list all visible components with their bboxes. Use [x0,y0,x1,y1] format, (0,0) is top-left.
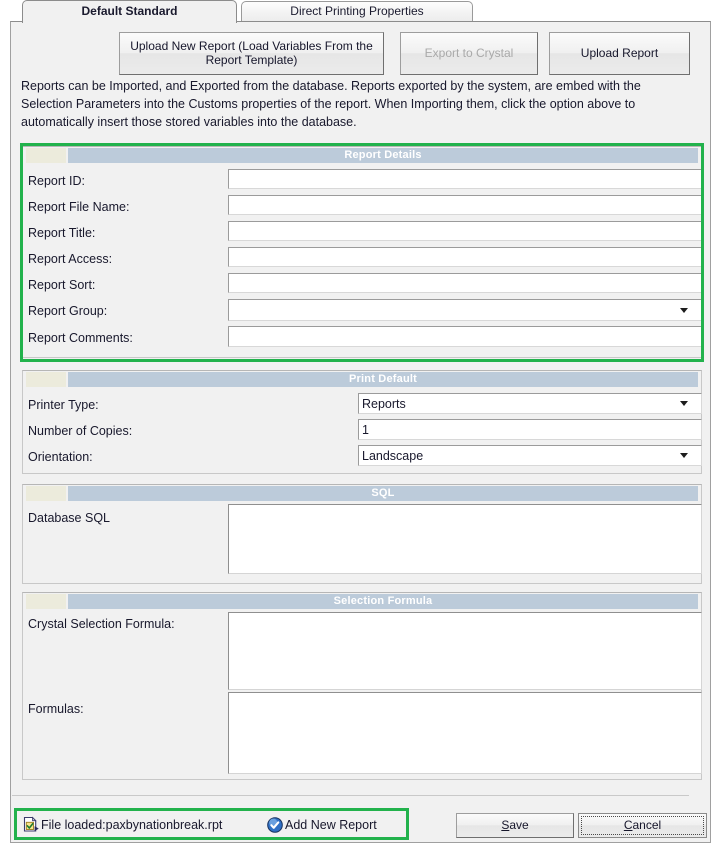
cancel-button[interactable]: Cancel [578,813,707,838]
report-access-input[interactable] [228,247,702,267]
number-of-copies-input[interactable] [358,419,702,440]
database-sql-textarea[interactable] [228,504,702,574]
label-crystal-selection-formula: Crystal Selection Formula: [28,617,175,631]
report-title-input[interactable] [228,221,702,241]
save-button[interactable]: Save [456,813,574,838]
cancel-button-label: Cancel [624,817,662,833]
label-orientation: Orientation: [28,450,93,464]
group-stub [26,148,66,163]
group-header-report-details: Report Details [23,147,701,163]
report-file-name-input[interactable] [228,195,702,215]
group-stub [26,372,66,387]
label-report-id: Report ID: [28,174,85,188]
label-database-sql: Database SQL [28,511,110,525]
upload-new-report-button[interactable]: Upload New Report (Load Variables From t… [119,32,384,75]
formulas-textarea[interactable] [228,692,702,774]
tab-strip: Default Standard Direct Printing Propert… [10,0,713,23]
description-text: Reports can be Imported, and Exported fr… [21,79,641,129]
label-report-title: Report Title: [28,226,96,240]
export-to-crystal-button[interactable]: Export to Crystal [400,32,538,75]
label-number-of-copies: Number of Copies: [28,424,133,438]
status-file-loaded-text: File loaded:paxbynationbreak.rpt [41,818,223,832]
label-printer-type: Printer Type: [28,398,99,412]
save-button-label: Save [501,817,529,833]
status-file-loaded[interactable]: File loaded:paxbynationbreak.rpt [22,816,222,834]
label-report-comments: Report Comments: [28,331,133,345]
status-add-new-report-text: Add New Report [285,818,377,832]
group-title-sql: SQL [68,486,698,501]
label-report-sort: Report Sort: [28,278,96,292]
group-header-selection-formula: Selection Formula [23,593,701,609]
tab-default-standard[interactable]: Default Standard [22,0,237,23]
orientation-combo[interactable] [358,445,702,466]
label-report-access: Report Access: [28,252,113,266]
status-bar-divider [12,795,689,797]
document-check-icon [23,816,39,832]
label-report-file-name: Report File Name: [28,200,130,214]
printer-type-combo[interactable] [358,393,702,414]
cancel-rest: ancel [632,817,662,832]
blue-check-circle-icon [267,817,283,833]
group-stub [26,486,66,501]
report-sort-input[interactable] [228,273,702,293]
group-title-selection-formula: Selection Formula [68,594,698,609]
upload-report-button[interactable]: Upload Report [549,32,690,75]
report-comments-input[interactable] [228,326,702,347]
status-add-new-report[interactable]: Add New Report [266,816,377,834]
group-title-report-details: Report Details [68,148,698,163]
report-id-input[interactable] [228,169,702,189]
label-report-group: Report Group: [28,304,108,318]
report-group-combo[interactable] [228,299,702,321]
crystal-selection-formula-textarea[interactable] [228,612,702,690]
group-title-print-default: Print Default [68,372,698,387]
label-formulas: Formulas: [28,702,84,716]
tab-direct-printing-properties[interactable]: Direct Printing Properties [241,1,473,22]
save-rest: ave [509,817,529,832]
group-header-print-default: Print Default [23,371,701,387]
group-header-sql: SQL [23,485,701,501]
group-stub [26,594,66,609]
